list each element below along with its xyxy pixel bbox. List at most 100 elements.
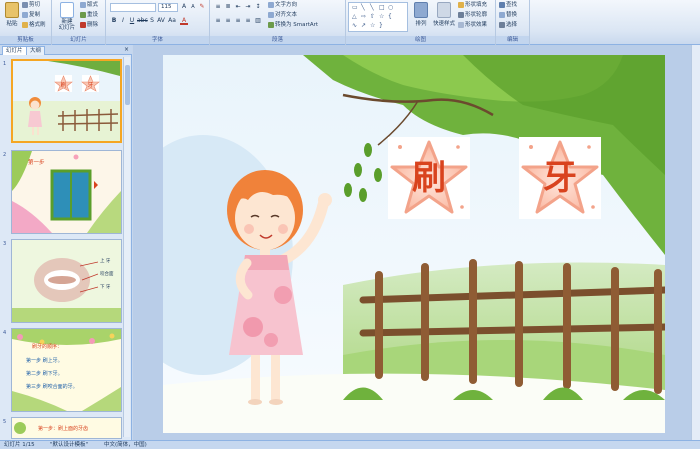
star-icon: ☆ [379, 13, 385, 20]
slide-thumbnail-1[interactable]: 刷 牙 [11, 59, 122, 143]
tab-outline[interactable]: 大纲 [26, 46, 46, 55]
star-tile-brush[interactable]: 刷 [388, 137, 470, 219]
shape-fill-button[interactable]: 形状填充 [458, 1, 487, 10]
theme-name: "默认设计模板" [50, 442, 89, 448]
shadow-button[interactable]: S [148, 17, 156, 25]
clear-format-button[interactable]: ✎ [198, 3, 206, 11]
arrow-icon: ↗ [361, 22, 367, 29]
change-case-button[interactable]: Aa [168, 17, 176, 25]
arrow-icon: ⇧ [370, 13, 376, 20]
binoculars-icon [499, 1, 505, 8]
text-direction-button[interactable]: 文字方向 [268, 1, 297, 10]
paint-bucket-icon [458, 1, 464, 8]
layout-button[interactable]: 版式 [80, 1, 98, 10]
triangle-icon: △ [352, 13, 357, 20]
star-text-teeth: 牙 [543, 158, 577, 198]
smartart-icon [268, 21, 274, 28]
convert-smartart-button[interactable]: 转换为 SmartArt [268, 21, 318, 30]
thumbnail-caption: 第一步 [28, 160, 45, 166]
strikethrough-button[interactable]: abc [137, 17, 148, 25]
scrollbar-thumb[interactable] [125, 65, 130, 105]
pen-icon [458, 11, 464, 18]
columns-button[interactable]: ▥ [254, 17, 262, 25]
shape-outline-button[interactable]: 形状轮廓 [458, 11, 487, 20]
scissors-icon [22, 1, 28, 8]
font-size-combo[interactable]: 115 [158, 3, 178, 12]
increase-indent-button[interactable]: ⇥ [244, 3, 252, 11]
delete-button[interactable]: 删除 [80, 21, 98, 30]
format-painter-button[interactable]: 格式刷 [22, 21, 46, 30]
slide-counter: 幻灯片 1/15 [4, 442, 35, 448]
rectangle-icon: □ [379, 4, 385, 11]
ribbon: 粘贴 剪切 复制 格式刷 剪贴板 新建 幻灯片 版式 重设 删除 幻灯片 115… [0, 0, 700, 45]
curve-icon: ∿ [352, 22, 358, 29]
line-spacing-button[interactable]: ↕ [254, 3, 262, 11]
paragraph-group-label: 段落 [210, 36, 345, 44]
spacing-button[interactable]: AV [157, 17, 165, 25]
line-icon: ╲ [361, 4, 365, 11]
align-center-button[interactable]: ≡ [224, 17, 232, 25]
align-left-button[interactable]: ≡ [214, 17, 222, 25]
cut-button[interactable]: 剪切 [22, 1, 40, 10]
slide-canvas[interactable]: 刷 牙 [163, 55, 665, 433]
copy-icon [22, 11, 28, 18]
clipboard-group-label: 剪贴板 [0, 36, 51, 44]
language-indicator: 中文(简体，中国) [104, 442, 147, 448]
slides-group: 新建 幻灯片 版式 重设 删除 幻灯片 [52, 0, 106, 45]
align-right-button[interactable]: ≡ [234, 17, 242, 25]
select-button[interactable]: 选择 [499, 21, 517, 30]
copy-button[interactable]: 复制 [22, 11, 40, 20]
bold-button[interactable]: B [110, 17, 118, 25]
canvas-scrollbar[interactable] [691, 45, 700, 440]
reset-button[interactable]: 重设 [80, 11, 98, 20]
brush-icon [22, 21, 28, 28]
shape-effects-button[interactable]: 形状效果 [458, 21, 487, 30]
arrange-button[interactable]: 排列 [412, 2, 430, 27]
slide-number: 4 [3, 330, 7, 336]
numbering-button[interactable]: ≣ [224, 3, 232, 11]
quick-styles-button[interactable]: 快速样式 [432, 2, 456, 27]
underline-button[interactable]: U [128, 17, 136, 25]
slide-number: 3 [3, 241, 7, 247]
thumbnail-line: 第二步 刷下牙。 [26, 371, 63, 377]
star-tile-teeth[interactable]: 牙 [519, 137, 601, 219]
slide-thumbnail-5[interactable]: 第一步：刷上面的牙齿 [11, 417, 122, 439]
new-slide-icon [60, 2, 74, 18]
tab-slides[interactable]: 幻灯片 [2, 46, 27, 55]
grow-font-button[interactable]: A [180, 3, 188, 11]
paste-button[interactable]: 粘贴 [3, 2, 21, 27]
shapes-gallery[interactable]: ▭ ╲ ╲ □ ○ △ ⇨ ⇧ ☆ { ∿ ↗ ☆ } [348, 2, 408, 32]
decrease-indent-button[interactable]: ⇤ [234, 3, 242, 11]
clipboard-group: 粘贴 剪切 复制 格式刷 剪贴板 [0, 0, 52, 45]
drawing-group: ▭ ╲ ╲ □ ○ △ ⇨ ⇧ ☆ { ∿ ↗ ☆ } 排列 快速样式 形状填充… [346, 0, 496, 45]
pane-tabs: 幻灯片 大纲 × [0, 45, 132, 55]
replace-button[interactable]: 替换 [499, 11, 517, 20]
drawing-group-label: 绘图 [346, 36, 495, 44]
new-slide-button[interactable]: 新建 幻灯片 [56, 2, 78, 31]
line-icon: ╲ [370, 4, 374, 11]
font-name-combo[interactable] [110, 3, 156, 12]
font-color-button[interactable]: A [180, 17, 188, 25]
rectangle-icon: ▭ [352, 4, 358, 11]
align-text-button[interactable]: 对齐文本 [268, 11, 297, 20]
quick-styles-icon [437, 2, 451, 18]
thumbnail-line: 刷牙的顺序： [32, 344, 63, 350]
slide-thumbnail-4[interactable]: 刷牙的顺序： 第一步 刷上牙。 第二步 刷下牙。 第三步 刷咬合面的牙。 [11, 328, 122, 412]
bullets-button[interactable]: ≡ [214, 3, 222, 11]
slide-number: 2 [3, 152, 7, 158]
thumbnail-label-upper: 上 牙 [100, 259, 111, 264]
italic-button[interactable]: I [119, 17, 127, 25]
justify-button[interactable]: ≡ [244, 17, 252, 25]
slides-pane: 幻灯片 大纲 × 1 刷 牙 2 第一步 3 上 牙 咬合面 下 牙 4 刷牙的… [0, 45, 132, 440]
slide-workspace: 刷 牙 [133, 45, 700, 440]
star-icon: ☆ [370, 22, 376, 29]
find-button[interactable]: 查找 [499, 1, 517, 10]
shrink-font-button[interactable]: A [189, 3, 197, 11]
status-bar: 幻灯片 1/15 "默认设计模板" 中文(简体，中国) [0, 440, 700, 449]
close-icon[interactable]: × [124, 46, 129, 53]
pane-scrollbar[interactable] [123, 57, 130, 437]
brace-icon: { [388, 13, 392, 20]
cursor-icon [499, 21, 505, 28]
slide-thumbnail-3[interactable]: 上 牙 咬合面 下 牙 [11, 239, 122, 323]
slide-thumbnail-2[interactable]: 第一步 [11, 150, 122, 234]
